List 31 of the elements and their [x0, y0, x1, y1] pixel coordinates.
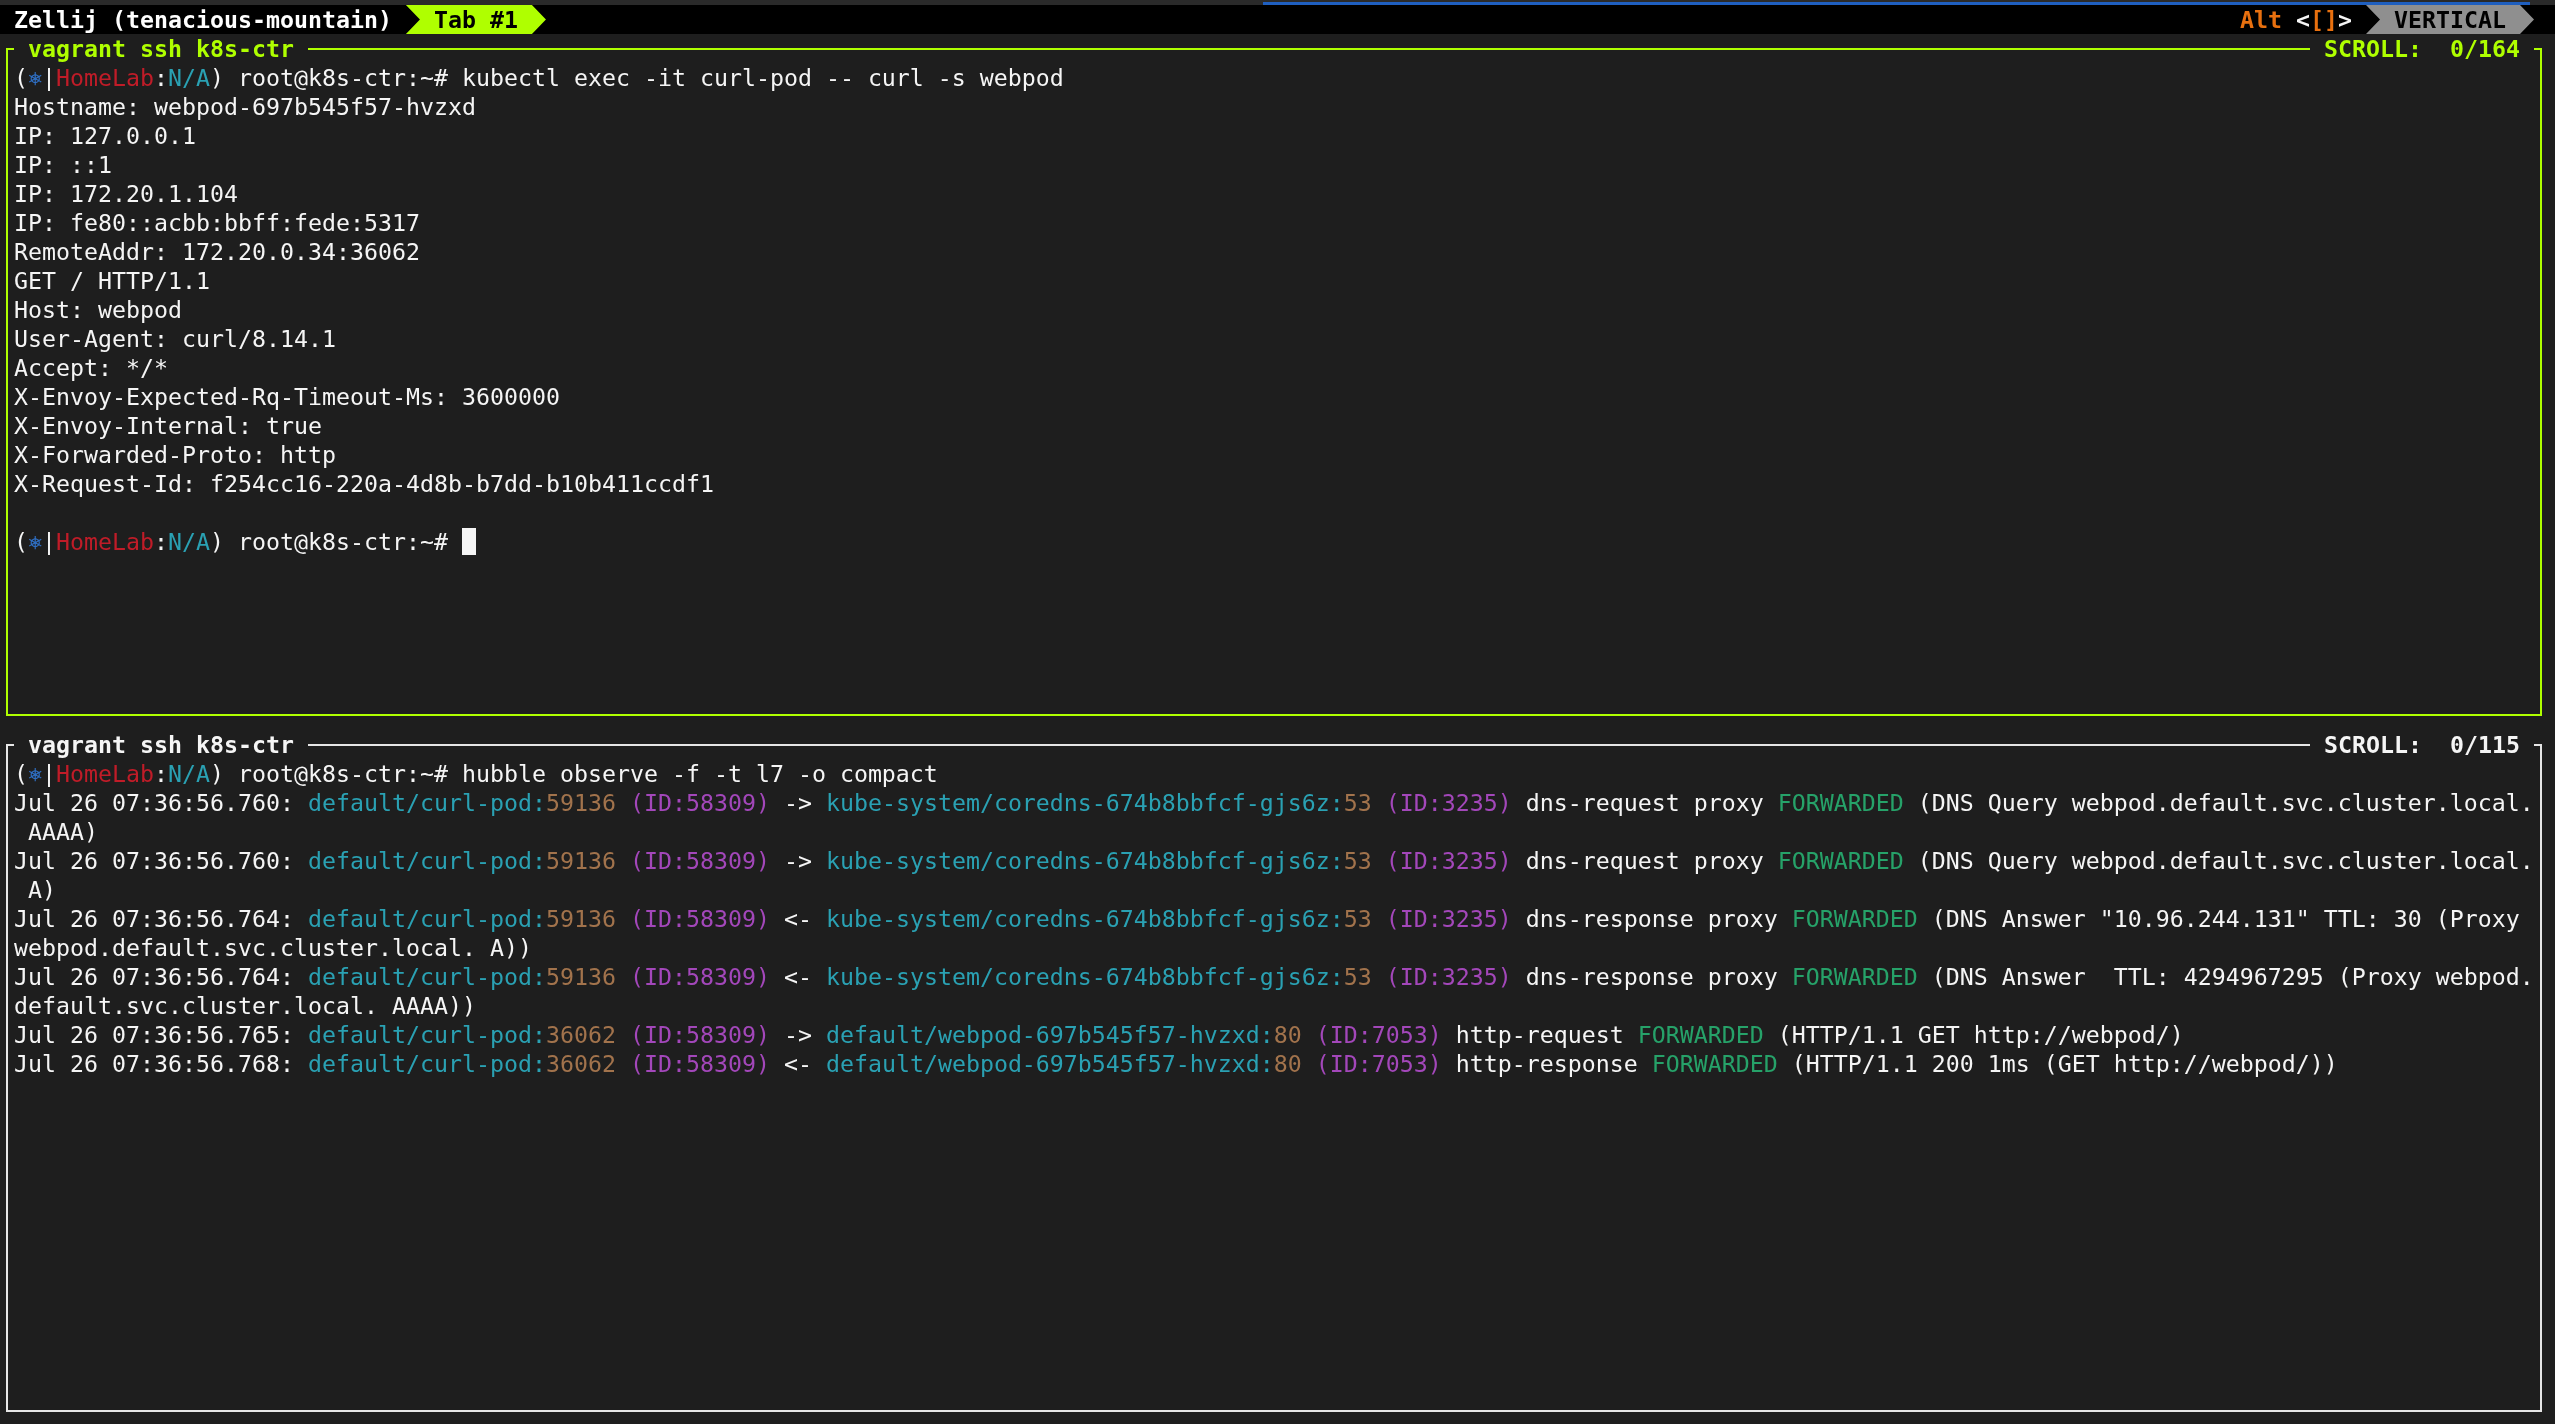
command-output-line: GET / HTTP/1.1 [14, 266, 210, 295]
scroll-position: SCROLL: 0/164 [2324, 34, 2520, 63]
command-output-line: RemoteAddr: 172.20.0.34:36062 [14, 237, 420, 266]
command-output-line: X-Request-Id: f254cc16-220a-4d8b-b7dd-b10b411ccdf1 [14, 469, 714, 498]
command-output-line: Host: webpod [14, 295, 182, 324]
command-output-line: X-Envoy-Internal: true [14, 411, 322, 440]
session-name: Zellij (tenacious-mountain) [14, 5, 392, 34]
command-output-line: Hostname: webpod-697b545f57-hvzxd [14, 92, 476, 121]
command-output-line: IP: 127.0.0.1 [14, 121, 196, 150]
command-output-line: X-Envoy-Expected-Rq-Timeout-Ms: 3600000 [14, 382, 560, 411]
pane-title: vagrant ssh k8s-ctr [28, 730, 294, 759]
pane-title: vagrant ssh k8s-ctr [28, 34, 294, 63]
flow-log-line: Jul 26 07:36:56.764: default/curl-pod:59136 (ID:58309) <- kube-system/coredns-674b8bbfcf-gjs6z:53 (ID:3235) dns-response proxy FORWARDED (DNS Answer "10.96.244.131" TTL: 30 (Proxy webpod.default.svc.cluster.local. A)) [14, 904, 2521, 962]
flow-log-line: Jul 26 07:36:56.760: default/curl-pod:59136 (ID:58309) -> kube-system/coredns-674b8bbfcf-gjs6z:53 (ID:3235) dns-request proxy FORWARDED (DNS Query webpod.default.svc.cluster.local. AAAA) [14, 788, 2534, 846]
scroll-position: SCROLL: 0/115 [2324, 730, 2520, 759]
layout-indicator: VERTICAL [2366, 5, 2534, 34]
flow-log-line: Jul 26 07:36:56.764: default/curl-pod:59136 (ID:58309) <- kube-system/coredns-674b8bbfcf-gjs6z:53 (ID:3235) dns-response proxy FORWARDED (DNS Answer TTL: 4294967295 (Proxy webpod.default.svc.cluster.local. AAAA)) [14, 962, 2534, 1020]
command-output-line: IP: ::1 [14, 150, 112, 179]
command-output-line: Accept: */* [14, 353, 168, 382]
command-output-line: User-Agent: curl/8.14.1 [14, 324, 336, 353]
shell-prompt-line: (⎈|HomeLab:N/A) root@k8s-ctr:~# hubble observe -f -t l7 -o compact [14, 759, 938, 788]
flow-log-line: Jul 26 07:36:56.768: default/curl-pod:36062 (ID:58309) <- default/webpod-697b545f57-hvzxd:80 (ID:7053) http-response FORWARDED (HTTP/1.1 200 1ms (GET http://webpod/)) [14, 1049, 2338, 1078]
flow-log-line: Jul 26 07:36:56.765: default/curl-pod:36062 (ID:58309) -> default/webpod-697b545f57-hvzxd:80 (ID:7053) http-request FORWARDED (HTTP/1.1 GET http://webpod/) [14, 1020, 2184, 1049]
command-output-line: IP: fe80::acbb:bbff:fede:5317 [14, 208, 420, 237]
shell-prompt-line: (⎈|HomeLab:N/A) root@k8s-ctr:~# [14, 527, 448, 556]
tab[interactable]: Tab #1 [405, 5, 546, 34]
shell-prompt-line: (⎈|HomeLab:N/A) root@k8s-ctr:~# kubectl exec -it curl-pod -- curl -s webpod [14, 63, 1064, 92]
keybinding-hint: Alt <[]> [2240, 5, 2352, 34]
command-output-line: IP: 172.20.1.104 [14, 179, 238, 208]
command-output-line: X-Forwarded-Proto: http [14, 440, 336, 469]
flow-log-line: Jul 26 07:36:56.760: default/curl-pod:59136 (ID:58309) -> kube-system/coredns-674b8bbfcf-gjs6z:53 (ID:3235) dns-request proxy FORWARDED (DNS Query webpod.default.svc.cluster.local. A) [14, 846, 2534, 904]
